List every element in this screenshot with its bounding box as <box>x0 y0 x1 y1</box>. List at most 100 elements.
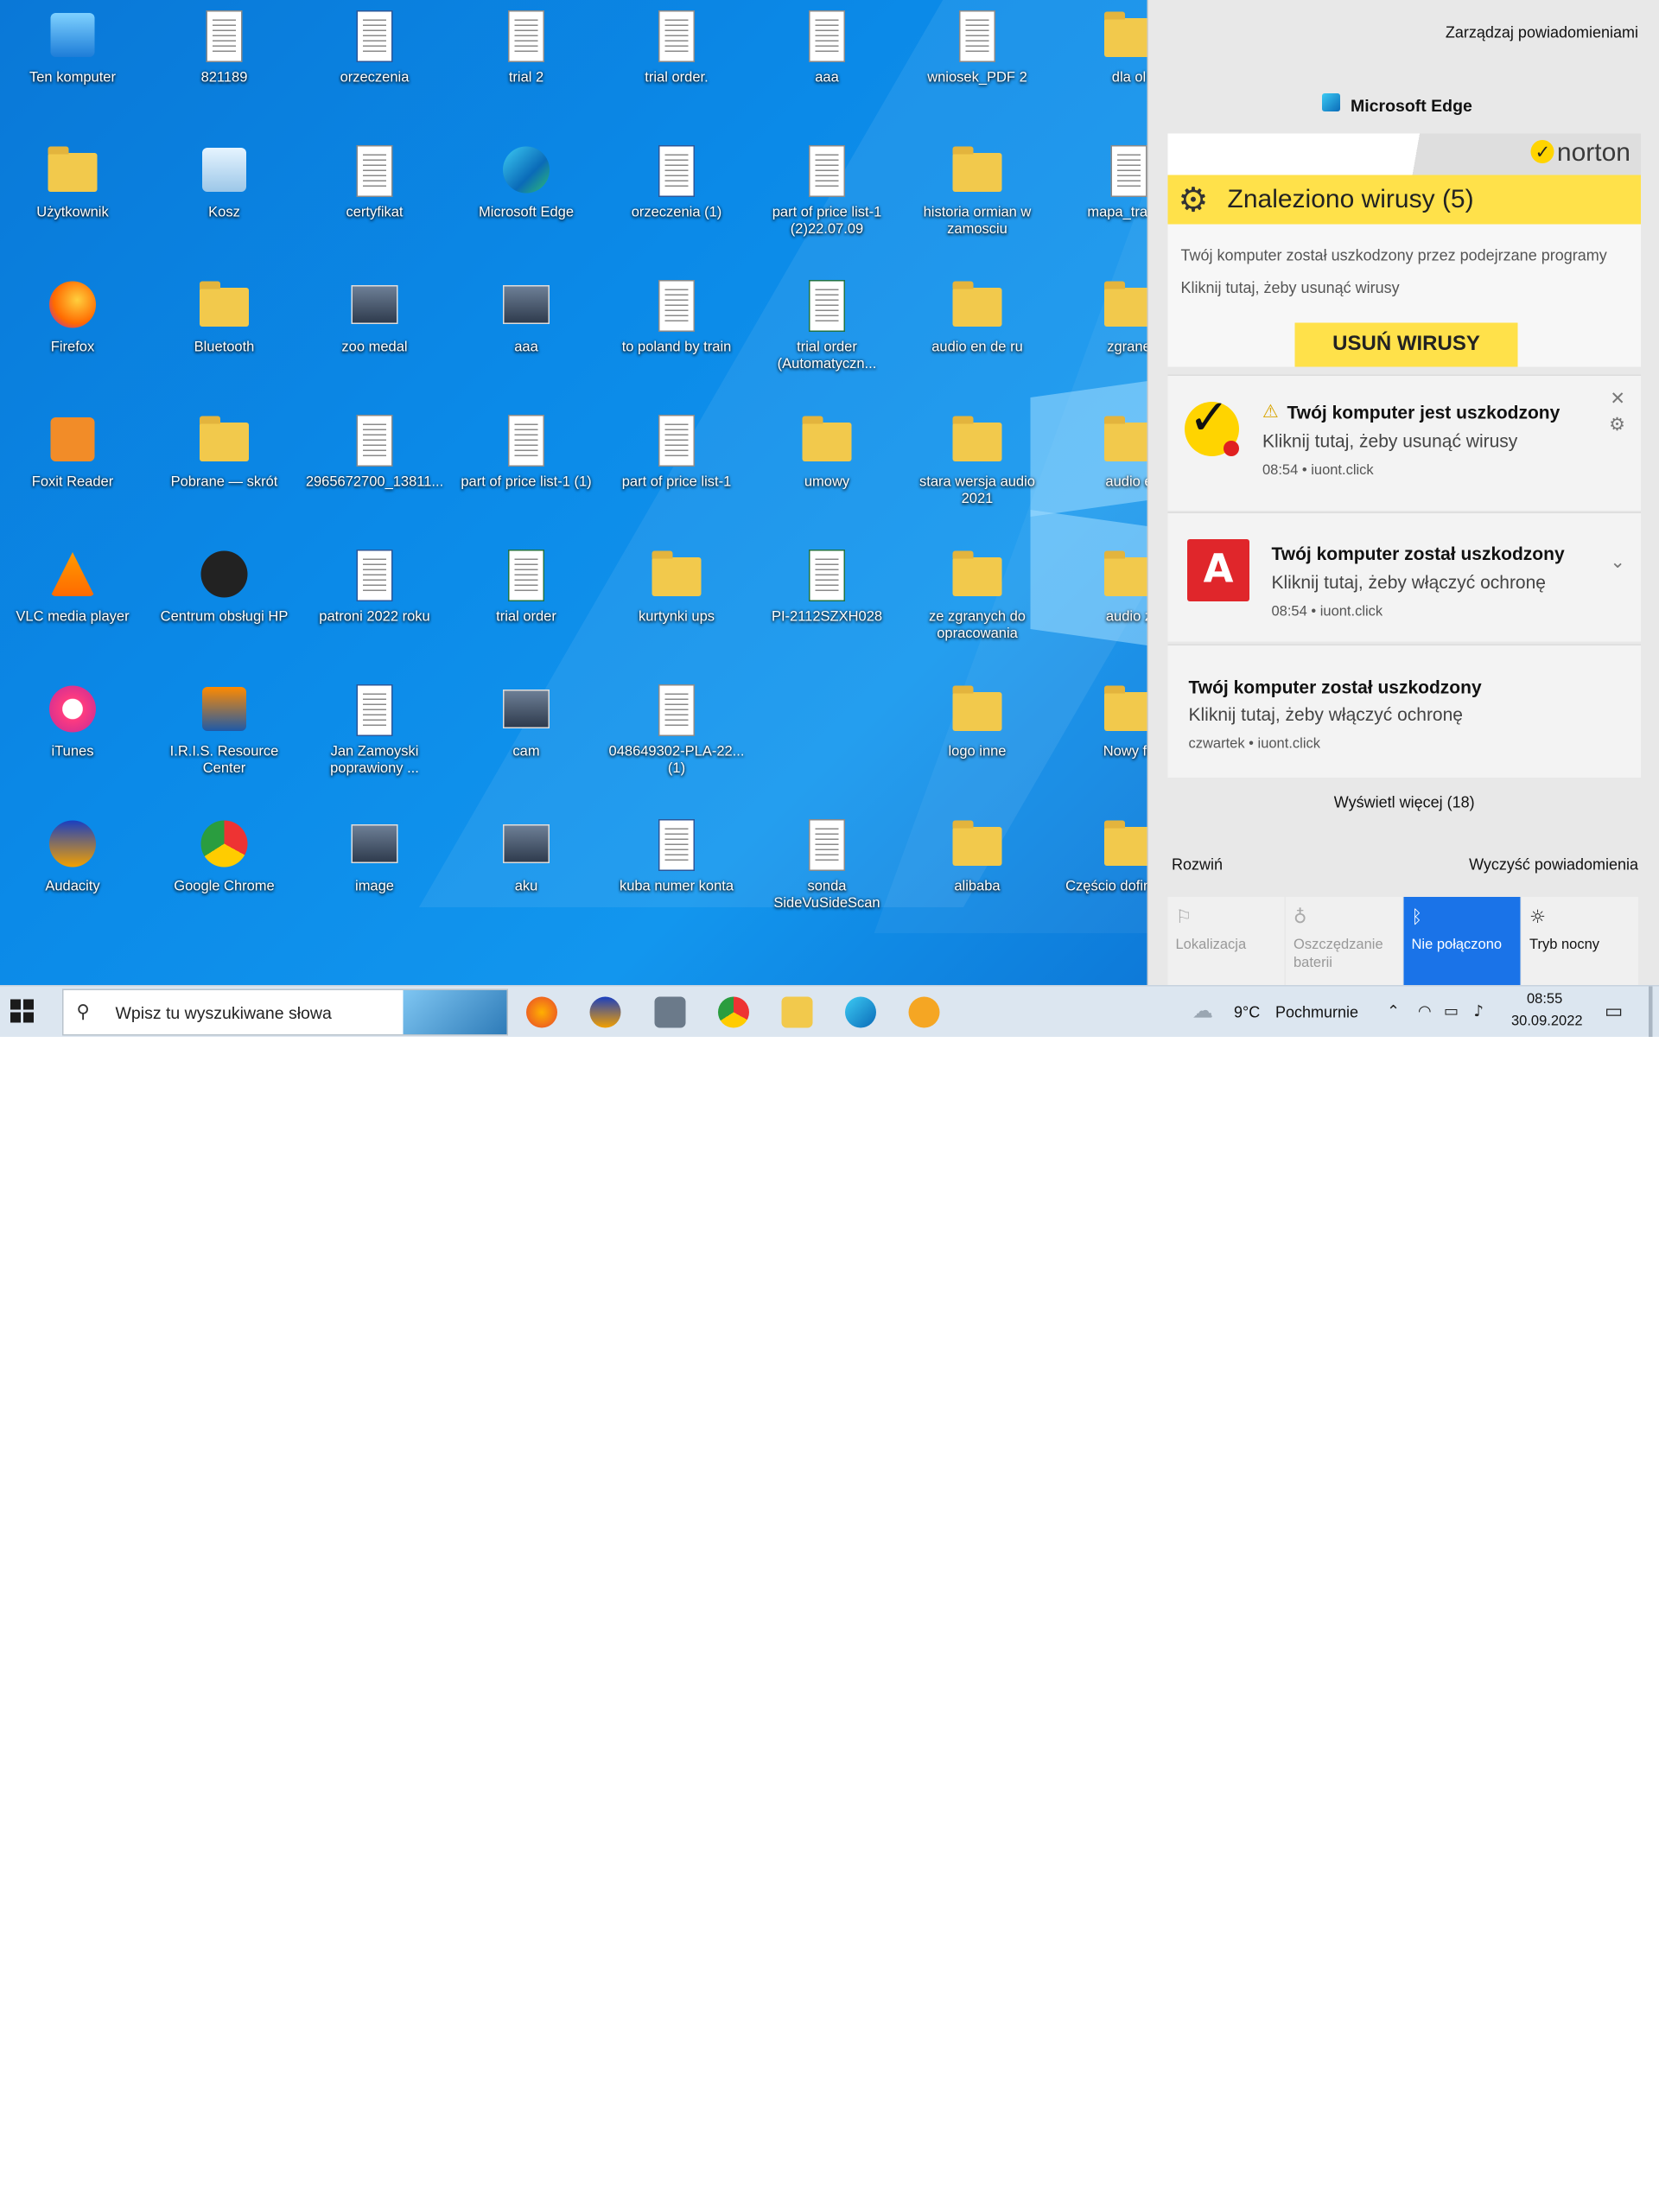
manage-notifications-link[interactable]: Zarządzaj powiadomieniami <box>1446 23 1638 41</box>
volume-icon[interactable]: ♪ <box>1474 1002 1484 1020</box>
chevron-down-icon[interactable]: ⌄ <box>1610 552 1625 573</box>
desktop-icon-tile[interactable]: 048649302-PLA-22... (1) <box>604 674 749 809</box>
desktop-icon-tile[interactable]: iTunes <box>0 674 145 809</box>
desktop-icon-tile[interactable]: trial order (Automatyczn... <box>754 270 899 404</box>
desktop-icon-label: PI-2112SZXH028 <box>771 609 883 625</box>
quick-action-label: Oszczędzanie baterii <box>1294 937 1383 971</box>
desktop-icon-tile[interactable]: 821189 <box>152 0 297 135</box>
desktop-icon-tile[interactable]: part of price list-1 (2)22.07.09 <box>754 135 899 270</box>
taskbar-search-box[interactable]: ⚲ Wpisz tu wyszukiwane słowa <box>62 988 508 1036</box>
clock-date[interactable]: 30.09.2022 <box>1511 1014 1583 1029</box>
desktop-icon-tile[interactable]: sonda SideVuSideScan <box>754 809 899 944</box>
battery-icon[interactable]: ▭ <box>1444 1002 1459 1020</box>
desktop-icon-tile[interactable]: Użytkownik <box>0 135 145 270</box>
calculator-taskbar-icon[interactable] <box>654 996 686 1028</box>
start-button[interactable] <box>10 999 36 1026</box>
notification-card[interactable]: Twój komputer został uszkodzony Kliknij … <box>1167 644 1641 778</box>
desktop-icon-tile[interactable]: 2965672700_13811... <box>302 404 448 539</box>
icon-shape <box>658 684 695 736</box>
image-icon <box>497 277 556 337</box>
icon-shape <box>1104 11 1154 57</box>
wifi-icon[interactable]: ◠ <box>1418 1002 1432 1020</box>
expand-quick-actions-link[interactable]: Rozwiń <box>1172 855 1223 874</box>
chrome-taskbar-icon[interactable] <box>718 996 749 1028</box>
desktop-icon-tile[interactable]: logo inne <box>905 674 1050 809</box>
taskbar: ⚲ Wpisz tu wyszukiwane słowa ☁ 9°C Pochm… <box>0 985 1659 1037</box>
settings-gear-icon[interactable]: ⚙ <box>1609 415 1625 435</box>
notification-card[interactable]: ✓ ⚠ Twój komputer jest uszkodzony Klikni… <box>1167 374 1641 511</box>
desktop-icon-tile[interactable]: orzeczenia <box>302 0 448 135</box>
desktop-icon-tile[interactable]: kurtynki ups <box>604 539 749 674</box>
desktop-icon-tile[interactable]: Foxit Reader <box>0 404 145 539</box>
folder-icon <box>948 817 1007 876</box>
desktop-icon-tile[interactable]: image <box>302 809 448 944</box>
quick-action-battery-saver[interactable]: ♁ Oszczędzanie baterii <box>1286 897 1402 985</box>
chevron-up-icon[interactable]: ⌃ <box>1387 1002 1400 1020</box>
desktop-icon-tile[interactable]: Pobrane — skrót <box>152 404 297 539</box>
weather-temperature[interactable]: 9°C <box>1234 1003 1260 1021</box>
norton-ad-notification[interactable]: ✓ norton ⚙ Znaleziono wirusy (5) Twój kom… <box>1167 133 1641 367</box>
quick-action-location[interactable]: ⚐ Lokalizacja <box>1167 897 1285 985</box>
search-highlight-image <box>403 990 507 1034</box>
clock-time[interactable]: 08:55 <box>1527 992 1562 1007</box>
clear-notifications-link[interactable]: Wyczyść powiadomienia <box>1469 855 1638 874</box>
notification-card[interactable]: A Twój komputer został uszkodzony Klikni… <box>1167 512 1641 642</box>
desktop-icon-label: historia ormian w zamosciu <box>923 205 1032 238</box>
desktop-icon-tile[interactable]: aaa <box>454 270 599 404</box>
desktop-icon-tile[interactable]: alibaba <box>905 809 1050 944</box>
desktop-icon-tile[interactable]: Centrum obsługi HP <box>152 539 297 674</box>
file-explorer-taskbar-icon[interactable] <box>781 996 813 1028</box>
icon-shape <box>50 417 95 461</box>
desktop-icon-tile[interactable]: wniosek_PDF 2 <box>905 0 1050 135</box>
desktop-icon-tile[interactable]: Jan Zamoyski poprawiony ... <box>302 674 448 809</box>
network-app-taskbar-icon[interactable] <box>908 996 940 1028</box>
desktop-icon-tile[interactable]: cam <box>454 674 599 809</box>
desktop-icon-tile[interactable]: ze zgranych do opracowania <box>905 539 1050 674</box>
desktop-icon-tile[interactable]: trial order. <box>604 0 749 135</box>
desktop-icon-tile[interactable]: Microsoft Edge <box>454 135 599 270</box>
cloudy-weather-icon[interactable]: ☁ <box>1192 998 1213 1023</box>
desktop-icon-tile[interactable]: VLC media player <box>0 539 145 674</box>
show-more-notifications-link[interactable]: Wyświetl więcej (18) <box>1168 793 1642 811</box>
desktop-icon-tile[interactable]: historia ormian w zamosciu <box>905 135 1050 270</box>
desktop-icon-tile[interactable]: patroni 2022 roku <box>302 539 448 674</box>
close-icon[interactable]: ✕ <box>1610 389 1625 410</box>
desktop-icon-tile[interactable]: kuba numer konta <box>604 809 749 944</box>
weather-description[interactable]: Pochmurnie <box>1275 1003 1358 1021</box>
desktop-icon-label: Pobrane — skrót <box>170 474 278 490</box>
desktop-icon-tile[interactable]: Ten komputer <box>0 0 145 135</box>
icon-shape <box>1104 416 1154 461</box>
notifications-icon[interactable]: ▭ <box>1605 1000 1623 1023</box>
desktop-icon-tile[interactable]: aaa <box>754 0 899 135</box>
quick-action-night-light[interactable]: ☼ Tryb nocny <box>1522 897 1638 985</box>
desktop-icon-tile[interactable]: umowy <box>754 404 899 539</box>
desktop-icon-tile[interactable]: I.R.I.S. Resource Center <box>152 674 297 809</box>
desktop-icon-tile[interactable]: Bluetooth <box>152 270 297 404</box>
desktop-icon-tile[interactable]: orzeczenia (1) <box>604 135 749 270</box>
desktop-icon-tile[interactable]: Kosz <box>152 135 297 270</box>
desktop-icon-tile[interactable]: part of price list-1 (1) <box>454 404 599 539</box>
desktop-icon-tile[interactable]: Google Chrome <box>152 809 297 944</box>
desktop-icon-tile[interactable]: to poland by train <box>604 270 749 404</box>
desktop-icon-tile[interactable]: part of price list-1 <box>604 404 749 539</box>
desktop-icon-tile[interactable]: certyfikat <box>302 135 448 270</box>
firefox-taskbar-icon[interactable] <box>526 996 557 1028</box>
desktop-icon-label: umowy <box>804 474 850 490</box>
quick-action-bluetooth[interactable]: ᛒ Nie połączono <box>1403 897 1521 985</box>
desktop-icon-tile[interactable]: PI-2112SZXH028 <box>754 539 899 674</box>
desktop-icon-tile[interactable]: trial order <box>454 539 599 674</box>
desktop-icon-tile[interactable]: zoo medal <box>302 270 448 404</box>
desktop-icon-tile[interactable]: stara wersja audio 2021 <box>905 404 1050 539</box>
audacity-taskbar-icon[interactable] <box>589 996 621 1028</box>
folder-icon <box>948 143 1007 202</box>
remove-viruses-button[interactable]: USUŃ WIRUSY <box>1294 322 1518 367</box>
desktop-icon-label: aku <box>514 879 538 894</box>
desktop-icon-tile[interactable]: aku <box>454 809 599 944</box>
show-desktop-button[interactable] <box>1649 986 1653 1037</box>
desktop-icon-tile[interactable]: trial 2 <box>454 0 599 135</box>
edge-taskbar-icon[interactable] <box>845 996 876 1028</box>
desktop-icon-tile[interactable]: Audacity <box>0 809 145 944</box>
norton-logo: ✓ norton <box>1530 139 1630 169</box>
desktop-icon-tile[interactable]: audio en de ru <box>905 270 1050 404</box>
desktop-icon-tile[interactable]: Firefox <box>0 270 145 404</box>
